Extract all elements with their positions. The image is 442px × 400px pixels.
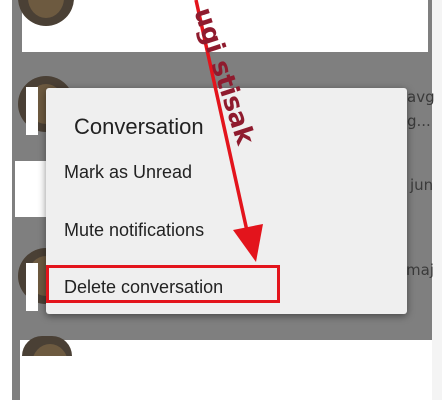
row-date: maj [406,261,434,279]
left-edge [0,0,12,400]
row-date: avg [407,88,435,106]
list-row-label-stub [26,87,38,135]
delete-highlight-box [46,265,280,303]
list-row-top [22,0,428,52]
list-row-label-stub [26,263,38,311]
row-preview: g... [407,112,431,130]
mute-notifications-option[interactable]: Mute notifications [46,209,407,251]
mark-as-unread-option[interactable]: Mark as Unread [46,151,407,193]
list-row-bottom [20,340,432,400]
dialog-title: Conversation [74,114,204,139]
row-date: jun [410,176,434,194]
right-edge [432,0,442,400]
list-row-label-stub [15,161,47,217]
mute-notifications-label: Mute notifications [64,220,205,240]
mark-as-unread-label: Mark as Unread [64,162,193,182]
